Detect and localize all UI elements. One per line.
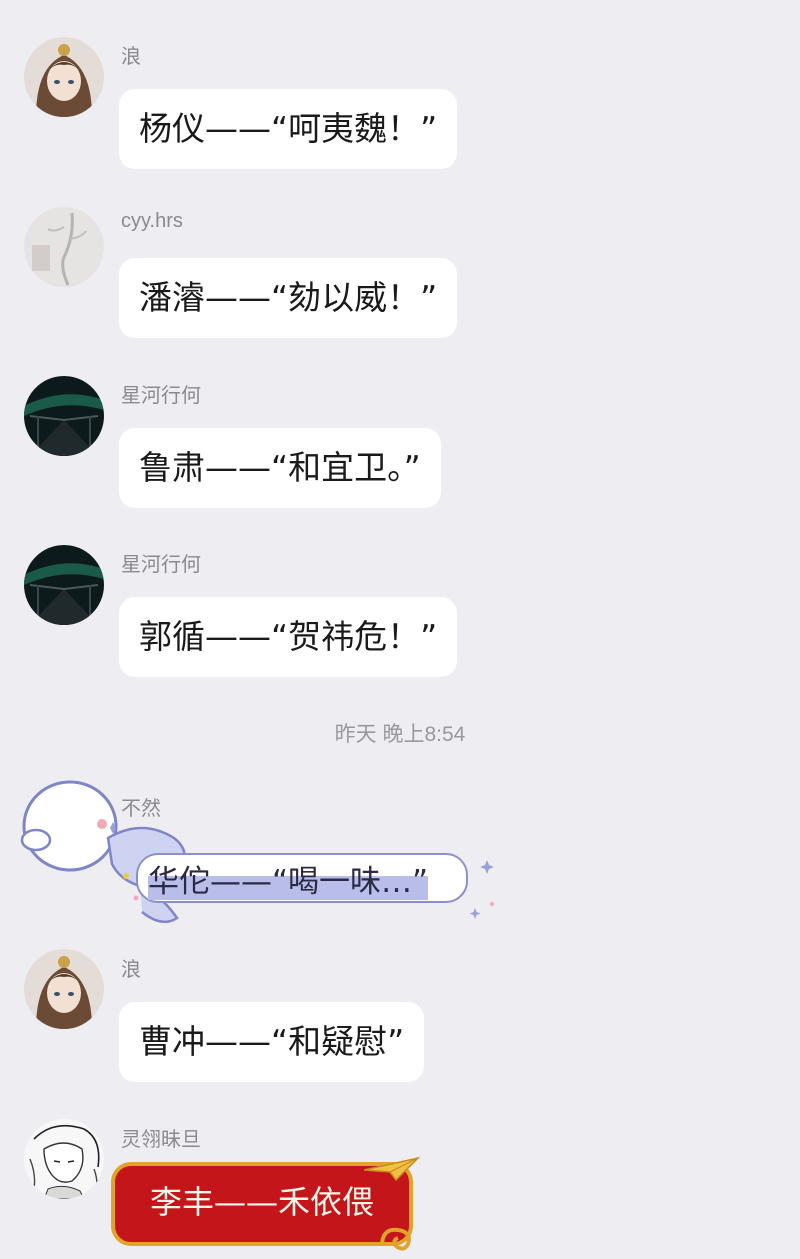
sender-name: 灵翎昧旦 xyxy=(121,1129,201,1151)
message-bubble[interactable]: 曹冲——“和疑慰” xyxy=(119,1002,425,1082)
anime-girl-avatar-icon xyxy=(24,37,104,117)
message-bubble[interactable]: 潘濬——“劾以威！” xyxy=(119,258,458,338)
message-bubble[interactable]: 杨仪——“呵夷魏！” xyxy=(119,89,458,169)
message-bubble[interactable]: 华佗——“喝一味…” xyxy=(148,862,429,902)
avatar-lang[interactable] xyxy=(24,949,104,1029)
message-bubble[interactable]: 郭循——“贺祎危！” xyxy=(119,597,458,677)
message-bubble[interactable]: 李丰——禾依偎 xyxy=(150,1180,374,1224)
sender-name: 星河行何 xyxy=(121,385,201,407)
message-bubble[interactable]: 鲁肃——“和宜卫。” xyxy=(119,428,441,508)
avatar-xinghe[interactable] xyxy=(24,545,104,625)
avatar-lang[interactable] xyxy=(24,37,104,117)
anime-girl-avatar-icon xyxy=(24,949,104,1029)
sparkle-icon xyxy=(470,860,494,919)
sender-name: cyy.hrs xyxy=(121,210,183,232)
sketch-avatar-icon xyxy=(24,207,104,287)
sender-name: 浪 xyxy=(121,959,141,981)
night-bridge-avatar-icon xyxy=(24,376,104,456)
avatar-lingling[interactable] xyxy=(24,1119,104,1199)
sender-name: 不然 xyxy=(121,798,161,820)
avatar-cyy[interactable] xyxy=(24,207,104,287)
sender-name: 星河行何 xyxy=(121,554,201,576)
cloud-swirl-icon xyxy=(380,1227,411,1251)
sender-name: 浪 xyxy=(121,46,141,68)
timestamp-divider: 昨天 晚上8:54 xyxy=(334,723,466,746)
night-bridge-avatar-icon xyxy=(24,545,104,625)
chat-message-list[interactable]: 浪 杨仪——“呵夷魏！” cyy.hrs 潘濬——“劾以威！” 星河行何 鲁肃—… xyxy=(0,0,800,1259)
avatar-xinghe[interactable] xyxy=(24,376,104,456)
line-art-avatar-icon xyxy=(24,1119,104,1199)
